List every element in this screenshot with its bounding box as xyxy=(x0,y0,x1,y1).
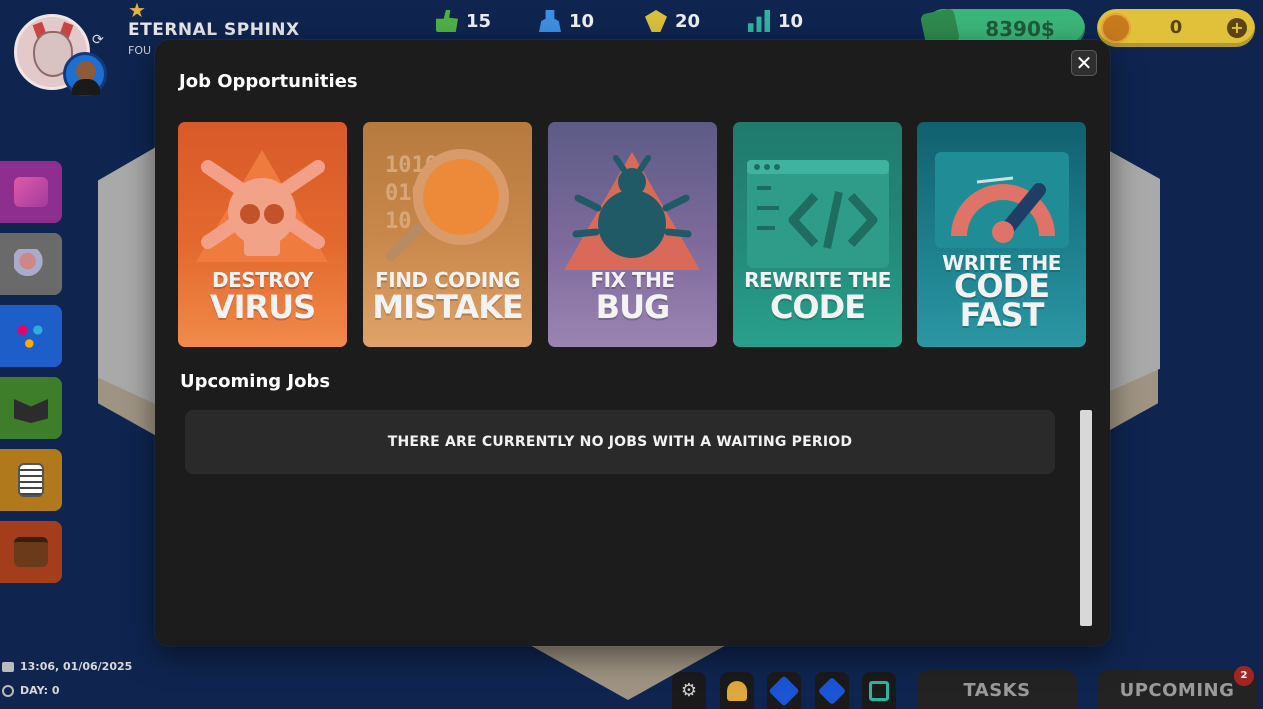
stat-employees: 10 xyxy=(539,10,594,32)
settings-button[interactable]: ⚙ xyxy=(672,672,706,709)
upcoming-badge: 2 xyxy=(1234,666,1254,686)
date-time-text: 13:06, 01/06/2025 xyxy=(20,660,133,673)
add-gold-button[interactable]: + xyxy=(1227,18,1247,38)
skull-crossbones-icon xyxy=(196,150,328,262)
money-value: 8390$ xyxy=(985,17,1055,41)
stat-likes: 15 xyxy=(436,10,491,32)
gold-counter[interactable]: 0 + xyxy=(1097,9,1255,47)
bug-warning-icon xyxy=(564,152,700,270)
people-icon xyxy=(539,10,561,32)
fullscreen-button[interactable] xyxy=(862,672,896,709)
gold-coin-icon xyxy=(1101,13,1131,43)
handshake-icon xyxy=(645,10,667,32)
add-cube-icon xyxy=(817,676,847,705)
gear-icon: ⚙ xyxy=(680,680,698,701)
wallet-icon xyxy=(14,399,48,423)
stat-employees-value: 10 xyxy=(569,10,595,32)
player-name: ETERNAL SPHINX xyxy=(128,20,300,40)
job-title-line2: MISTAKE xyxy=(372,288,524,326)
upcoming-jobs-title: Upcoming Jobs xyxy=(180,371,331,392)
hire-search-icon xyxy=(14,249,48,279)
add-cube-button[interactable] xyxy=(815,672,849,709)
cube-icon xyxy=(14,177,48,207)
sidebar-item-tasks[interactable] xyxy=(0,449,62,511)
empty-upcoming-message: THERE ARE CURRENTLY NO JOBS WITH A WAITI… xyxy=(185,410,1055,474)
job-card-write-the-code-fast[interactable]: WRITE THE CODE FAST xyxy=(917,122,1086,347)
calendar-icon xyxy=(2,661,14,672)
sidebar-item-finance[interactable] xyxy=(0,377,62,439)
stat-growth-value: 10 xyxy=(778,10,804,32)
clipboard-icon xyxy=(18,463,44,497)
stat-growth: 10 xyxy=(748,10,803,32)
sidebar-item-jobs[interactable] xyxy=(0,521,62,583)
refresh-icon[interactable]: ⟳ xyxy=(92,32,104,48)
bell-icon xyxy=(727,680,747,701)
bar-chart-icon xyxy=(748,10,770,32)
job-title-line2: CODE FAST xyxy=(953,267,1050,334)
stat-partners-value: 20 xyxy=(675,10,701,32)
thumbs-up-icon xyxy=(436,10,458,32)
job-title-line2: VIRUS xyxy=(209,288,316,326)
stat-partners: 20 xyxy=(645,10,700,32)
job-title-line2: CODE xyxy=(769,288,866,326)
date-time: 13:06, 01/06/2025 xyxy=(2,660,132,673)
sidebar-item-hire[interactable] xyxy=(0,233,62,295)
close-button[interactable]: ✕ xyxy=(1071,50,1097,76)
job-title-line2: BUG xyxy=(595,288,671,326)
sidebar-item-team[interactable] xyxy=(0,305,62,367)
companion-body xyxy=(72,79,100,95)
day-counter-text: DAY: 0 xyxy=(20,684,60,697)
magnifier-binary-icon: 1010 0101 10 xyxy=(385,149,509,261)
job-card-find-coding-mistake[interactable]: 1010 0101 10 FIND CODING MISTAKE xyxy=(363,122,532,347)
sidebar-item-products[interactable] xyxy=(0,161,62,223)
companion-avatar[interactable] xyxy=(63,52,107,96)
gold-value: 0 xyxy=(1169,17,1183,38)
modal-title: Job Opportunities xyxy=(179,71,358,92)
upcoming-scrollbar[interactable] xyxy=(1080,410,1092,626)
code-brackets-icon xyxy=(747,160,889,268)
briefcase-icon xyxy=(14,537,48,567)
stat-likes-value: 15 xyxy=(466,10,492,32)
blue-cube-icon xyxy=(768,674,800,707)
notifications-button[interactable] xyxy=(720,672,754,709)
job-card-fix-the-bug[interactable]: FIX THE BUG xyxy=(548,122,717,347)
cube-view-button[interactable] xyxy=(767,672,801,709)
star-icon: ★ xyxy=(128,0,146,22)
job-opportunities-modal: Job Opportunities ✕ DESTROY VIRUS 1010 0… xyxy=(155,40,1110,646)
day-counter: DAY: 0 xyxy=(2,684,59,697)
companion-head xyxy=(76,61,96,81)
timer-icon xyxy=(2,684,14,697)
fullscreen-icon xyxy=(869,680,889,701)
job-card-destroy-virus[interactable]: DESTROY VIRUS xyxy=(178,122,347,347)
upcoming-tab[interactable]: UPCOMING xyxy=(1097,670,1257,709)
svg-text:10: 10 xyxy=(385,209,412,234)
job-card-rewrite-the-code[interactable]: REWRITE THE CODE xyxy=(733,122,902,347)
tasks-tab[interactable]: TASKS xyxy=(917,670,1077,709)
speedometer-rocket-icon xyxy=(935,152,1069,248)
player-subtitle: FOU xyxy=(128,44,152,57)
team-tree-icon xyxy=(14,321,48,351)
